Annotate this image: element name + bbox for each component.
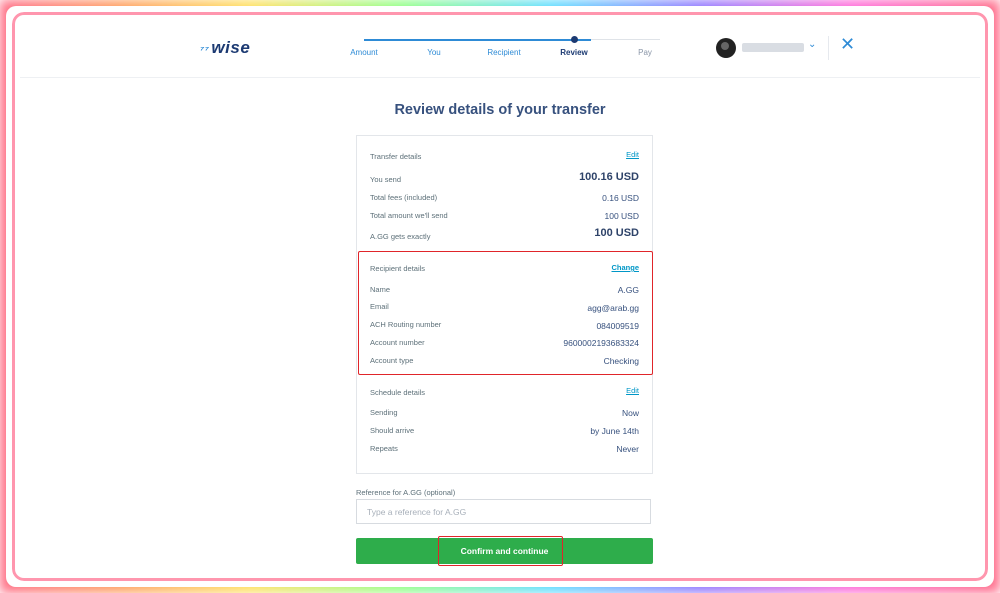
user-name-redacted[interactable] (742, 43, 804, 52)
step-amount[interactable]: Amount (350, 48, 378, 57)
total-fees-label: Total fees (included) (370, 193, 438, 202)
total-amount-label: Total amount we'll send (370, 211, 448, 220)
sending-value: Now (621, 408, 639, 418)
sending-label: Sending (370, 408, 398, 417)
step-recipient[interactable]: Recipient (487, 48, 520, 57)
gets-exactly-label: A.GG gets exactly (370, 232, 431, 241)
recipient-highlight-box (358, 251, 653, 375)
step-pay: Pay (638, 48, 652, 57)
wise-logo-text: wise (211, 38, 251, 57)
schedule-edit-link[interactable]: Edit (626, 386, 639, 395)
chevron-down-icon[interactable]: ⌄ (808, 39, 816, 50)
schedule-details-title: Schedule details (370, 388, 426, 397)
repeats-label: Repeats (370, 444, 398, 453)
step-review: Review (560, 48, 588, 57)
transfer-details-title: Transfer details (370, 152, 422, 161)
header-divider (828, 36, 829, 60)
repeats-value: Never (616, 444, 639, 454)
step-you[interactable]: You (427, 48, 441, 57)
confirm-highlight-box (438, 536, 563, 566)
reference-label: Reference for A.GG (optional) (356, 488, 456, 497)
page-title: Review details of your transfer (394, 102, 606, 118)
should-arrive-value: by June 14th (590, 426, 639, 436)
total-fees-value: 0.16 USD (602, 193, 639, 203)
should-arrive-label: Should arrive (370, 426, 415, 435)
transfer-edit-link[interactable]: Edit (626, 150, 639, 159)
you-send-label: You send (370, 175, 402, 184)
gets-exactly-value: 100 USD (594, 227, 639, 239)
progress-current-dot (571, 36, 578, 43)
app-window: ⁷⁷ wise Amount You Recipient Review Pay ⌄… (20, 20, 980, 573)
wise-flag-icon: ⁷⁷ (200, 44, 210, 56)
close-icon[interactable]: ✕ (840, 34, 855, 54)
wise-logo[interactable]: ⁷⁷ wise (200, 38, 250, 58)
top-bar: ⁷⁷ wise Amount You Recipient Review Pay ⌄… (20, 20, 980, 78)
reference-input[interactable] (356, 499, 651, 524)
avatar[interactable] (716, 38, 736, 58)
total-amount-value: 100 USD (604, 211, 640, 221)
progress-fill (364, 39, 591, 41)
you-send-value: 100.16 USD (579, 171, 639, 183)
progress-stepper: Amount You Recipient Review Pay (348, 34, 660, 64)
